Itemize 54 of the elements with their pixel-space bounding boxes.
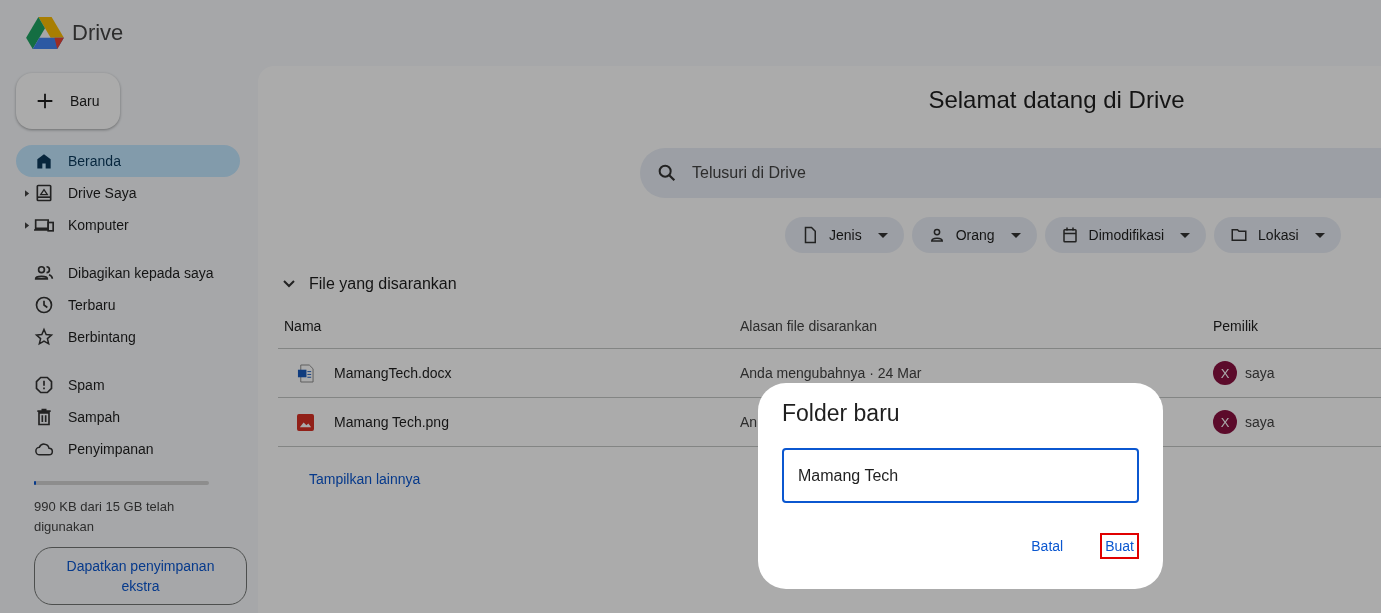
expand-caret-icon <box>24 221 30 229</box>
owner-avatar: X <box>1213 410 1237 434</box>
file-name: MamangTech.docx <box>334 365 452 381</box>
cancel-button[interactable]: Batal <box>1026 533 1069 559</box>
filter-chip[interactable]: Dimodifikasi <box>1044 217 1207 253</box>
caret-icon <box>1314 232 1325 238</box>
filter-chip[interactable]: Orang <box>911 217 1037 253</box>
image-file-icon <box>297 413 314 431</box>
folder-name-field[interactable]: Mamang Tech <box>782 448 1139 503</box>
section-title: File yang disarankan <box>309 275 457 293</box>
sidebar-item[interactable]: Dibagikan kepada saya <box>16 257 240 289</box>
reason-text: An <box>740 414 759 430</box>
caret-icon <box>1180 232 1191 238</box>
dialog-title: Folder baru <box>782 400 901 427</box>
sidebar-item[interactable]: Drive Saya <box>16 177 240 209</box>
star-icon <box>34 327 54 347</box>
sidebar-item[interactable]: Berbintang <box>16 321 240 353</box>
filter-chip[interactable]: Jenis <box>785 217 904 253</box>
warning-icon <box>34 375 54 395</box>
sidebar-item[interactable]: Beranda <box>16 145 240 177</box>
owner-name: saya <box>1245 414 1275 430</box>
caret-icon <box>877 232 888 238</box>
sidebar-item[interactable]: Sampah <box>16 401 240 433</box>
create-button[interactable]: Buat <box>1100 533 1139 559</box>
search-icon <box>656 162 678 184</box>
sidebar-item[interactable]: Komputer <box>16 209 240 241</box>
column-header: Pemilik <box>1213 318 1259 334</box>
column-header: Alasan file disarankan <box>740 318 878 334</box>
search-field[interactable]: Telusuri di Drive <box>640 148 1381 198</box>
drive-icon <box>34 183 54 203</box>
sidebar-item[interactable]: Spam <box>16 369 240 401</box>
filter-chip[interactable]: Lokasi <box>1214 217 1341 253</box>
caret-icon <box>1010 232 1021 238</box>
calendar-icon <box>1060 226 1079 244</box>
app-title: Drive <box>72 20 124 46</box>
file-name: Mamang Tech.png <box>334 414 449 430</box>
expand-caret-icon <box>24 189 30 197</box>
drive-logo-icon <box>26 16 64 50</box>
owner-avatar: X <box>1213 361 1237 385</box>
new-button[interactable]: Baru <box>16 73 120 129</box>
sidebar-item[interactable]: Penyimpanan <box>16 433 240 465</box>
sidebar-item[interactable]: Terbaru <box>16 289 240 321</box>
column-header: Nama <box>283 318 323 334</box>
owner-name: saya <box>1245 365 1275 381</box>
storage-text: 990 KB dari 15 GB telah digunakan <box>34 498 176 536</box>
page-title: Selamat datang di Drive <box>927 86 1186 115</box>
word-document-icon <box>297 363 314 383</box>
clock-icon <box>34 295 54 315</box>
show-more-link[interactable]: Tampilkan lainnya <box>309 471 421 487</box>
trash-icon <box>34 407 54 427</box>
folder-icon <box>1230 226 1249 244</box>
reason-text: Anda mengubahnya · 24 Mar <box>740 365 923 381</box>
people-icon <box>34 263 54 283</box>
get-storage-button[interactable]: Dapatkan penyimpanan ekstra <box>34 547 247 605</box>
